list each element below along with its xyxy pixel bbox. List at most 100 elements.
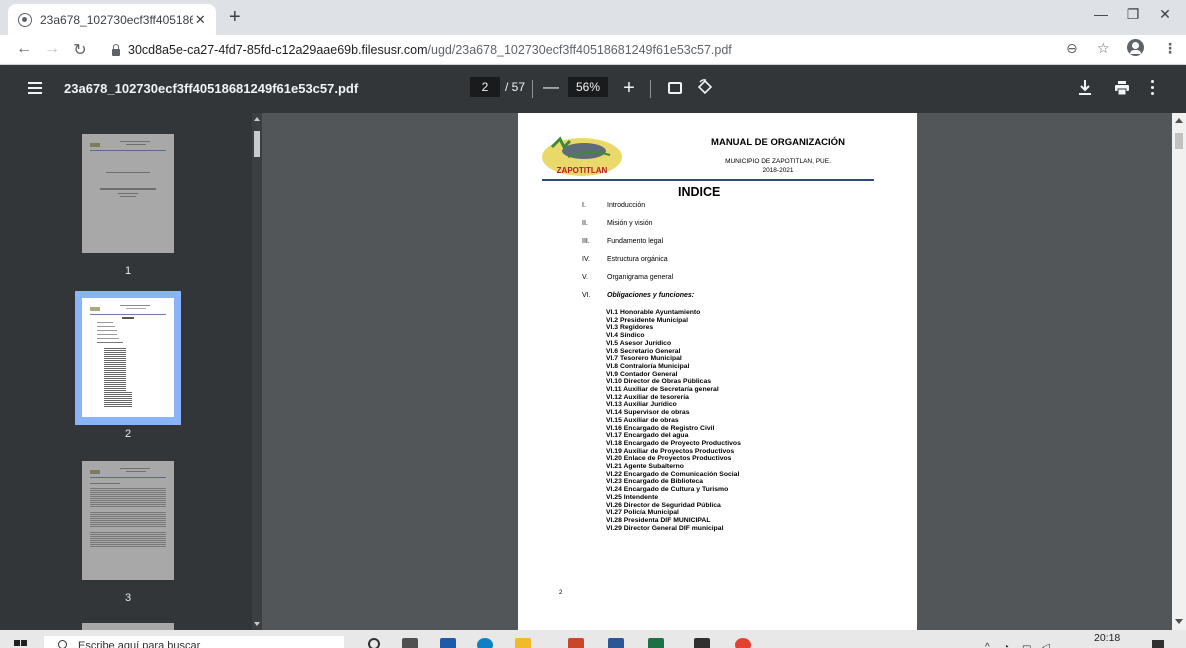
url-text: 30cd8a5e-ca27-4fd7-85fd-c12a29aae69b.fil… [128, 43, 732, 57]
excel-icon[interactable] [648, 638, 664, 648]
profile-icon[interactable] [1127, 39, 1144, 56]
address-bar[interactable]: 30cd8a5e-ca27-4fd7-85fd-c12a29aae69b.fil… [104, 38, 1164, 62]
toolbar-divider [532, 80, 533, 98]
browser-tab[interactable]: 23a678_102730ecf3ff40518681249f61e53c57.… [8, 4, 216, 35]
network-icon[interactable]: ◔ [1003, 642, 1009, 648]
sub-item: VI.19 Auxiliar de Proyectos Productivos [606, 447, 735, 455]
sub-item: VI.4 Síndico [606, 332, 645, 340]
taskbar-search[interactable]: Escribe aquí para buscar [44, 636, 344, 648]
municipal-logo: ZAPOTITLAN [542, 136, 622, 176]
toc-item: II. Misión y visión [582, 220, 653, 227]
globe-icon [18, 12, 32, 27]
sub-item: VI.25 Intendente [606, 493, 659, 501]
more-options-icon[interactable] [1151, 80, 1155, 96]
sub-item: VI.5 Asesor Jurídico [606, 339, 672, 347]
toc-item: III. Fundamento legal [582, 238, 664, 245]
sub-item: VI.9 Contador General [606, 370, 678, 378]
zoom-icon[interactable]: ⊖ [1066, 40, 1078, 57]
sub-item: VI.18 Encargado de Proyecto Productivos [606, 439, 741, 447]
task-view-icon[interactable] [402, 638, 418, 648]
sidebar-scroll-thumb[interactable] [254, 131, 260, 157]
sub-item: VI.17 Encargado del agua [606, 432, 689, 440]
sub-item: VI.20 Enlace de Proyectos Productivos [606, 455, 732, 463]
page-total: / 57 [505, 80, 526, 94]
toc-item: I. Introducción [582, 202, 646, 209]
thumbnail-page-2[interactable] [82, 298, 174, 417]
browser-toolbar: ← → ↻ 30cd8a5e-ca27-4fd7-85fd-c12a29aae6… [0, 35, 1186, 65]
notifications-icon[interactable] [1152, 640, 1164, 648]
new-tab-icon[interactable]: + [229, 7, 241, 27]
fit-to-page-icon[interactable] [668, 82, 682, 94]
forward-icon[interactable]: → [42, 40, 62, 58]
store-icon[interactable] [694, 638, 710, 648]
sub-item: VI.15 Auxiliar de obras [606, 416, 679, 424]
back-icon[interactable]: ← [14, 40, 34, 58]
sub-item: VI.12 Auxiliar de tesorería [606, 393, 689, 401]
zoom-out-button[interactable]: — [541, 78, 561, 98]
minimize-icon[interactable]: — [1086, 6, 1116, 22]
toc-item: IV. Estructura orgánica [582, 256, 668, 263]
reload-icon[interactable]: ↻ [70, 40, 90, 60]
sub-item: VI.14 Supervisor de obras [606, 409, 690, 417]
zoom-input[interactable]: 56% [568, 77, 608, 97]
pdf-title: 23a678_102730ecf3ff40518681249f61e53c57.… [64, 81, 359, 96]
zoom-in-button[interactable]: + [619, 78, 639, 98]
page-number-input[interactable]: 2 [470, 77, 500, 97]
tray-chevron-icon[interactable]: ^ [985, 642, 990, 648]
lock-icon[interactable] [112, 43, 120, 56]
battery-icon[interactable]: ▭ [1022, 642, 1031, 648]
menu-icon[interactable]: ⋮ [1163, 40, 1177, 57]
cortana-icon[interactable] [368, 638, 380, 648]
sub-item: VI.1 Honorable Ayuntamiento [606, 309, 701, 316]
window-close-icon[interactable]: ✕ [1150, 6, 1180, 23]
close-tab-icon[interactable]: ✕ [193, 12, 208, 28]
thumbnail-page-3[interactable] [82, 461, 174, 580]
thumbnail-label: 1 [124, 265, 132, 277]
restore-icon[interactable]: ❐ [1118, 6, 1148, 23]
thumbnail-sidebar: 1 2 3 [0, 113, 262, 630]
file-explorer-icon[interactable] [515, 638, 531, 648]
star-icon[interactable]: ☆ [1097, 40, 1110, 57]
thumbnail-page-1[interactable] [82, 134, 174, 253]
scroll-up-icon[interactable] [254, 117, 260, 121]
logo-text: ZAPOTITLAN [557, 166, 608, 175]
sidebar-scrollbar[interactable] [252, 113, 262, 630]
sub-item: VI.26 Director de Seguridad Pública [606, 501, 721, 509]
scroll-down-icon[interactable] [1175, 619, 1183, 624]
thumbnail-label: 3 [124, 592, 132, 604]
toc-item: VI. Obligaciones y funciones: [582, 292, 695, 299]
sub-item: VI.7 Tesorero Municipal [606, 355, 682, 363]
thumbnail-label: 2 [124, 428, 132, 440]
download-icon[interactable] [1078, 79, 1092, 97]
word-icon[interactable] [608, 638, 624, 648]
windows-start-icon[interactable] [14, 640, 28, 648]
hamburger-icon[interactable] [28, 82, 42, 94]
volume-icon[interactable]: ◁ [1042, 642, 1050, 648]
taskbar-clock[interactable]: 20:18 [1094, 632, 1120, 644]
print-icon[interactable] [1115, 81, 1129, 95]
edge-chromium-icon[interactable] [477, 638, 493, 648]
sub-item: VI.2 Presidente Municipal [606, 316, 688, 324]
document-scrollbar[interactable] [1172, 113, 1186, 630]
tab-strip: 23a678_102730ecf3ff40518681249f61e53c57.… [0, 0, 1186, 35]
sub-item: VI.28 Presidenta DIF MUNICIPAL [606, 516, 711, 524]
sub-item: VI.6 Secretario General [606, 347, 681, 355]
powerpoint-icon[interactable] [568, 638, 584, 648]
scroll-down-icon[interactable] [254, 622, 260, 626]
chrome-icon[interactable] [735, 638, 751, 648]
document-title: MANUAL DE ORGANIZACIÓN [711, 137, 845, 148]
sub-item: VI.29 Director General DIF municipal [606, 524, 724, 532]
municipality-name: MUNICIPIO DE ZAPOTITLAN, PUE. [725, 158, 831, 165]
sub-item: VI.8 Contraloría Municipal [606, 362, 690, 370]
thumbnail-page-4[interactable] [82, 623, 174, 630]
sub-item-list: VI.1 Honorable Ayuntamiento VI.2 Preside… [606, 309, 741, 532]
os-taskbar: Escribe aquí para buscar ^ ◔ ▭ ◁ 20:18 [0, 630, 1186, 648]
sub-item: VI.16 Encargado de Registro Civil [606, 424, 715, 432]
document-scroll-thumb[interactable] [1175, 133, 1183, 149]
search-icon [58, 640, 67, 648]
rotate-icon[interactable] [697, 79, 713, 95]
edge-icon[interactable] [440, 638, 456, 648]
sub-item: VI.3 Regidores [606, 324, 654, 332]
scroll-up-icon[interactable] [1175, 118, 1183, 123]
header-rule [542, 179, 874, 181]
